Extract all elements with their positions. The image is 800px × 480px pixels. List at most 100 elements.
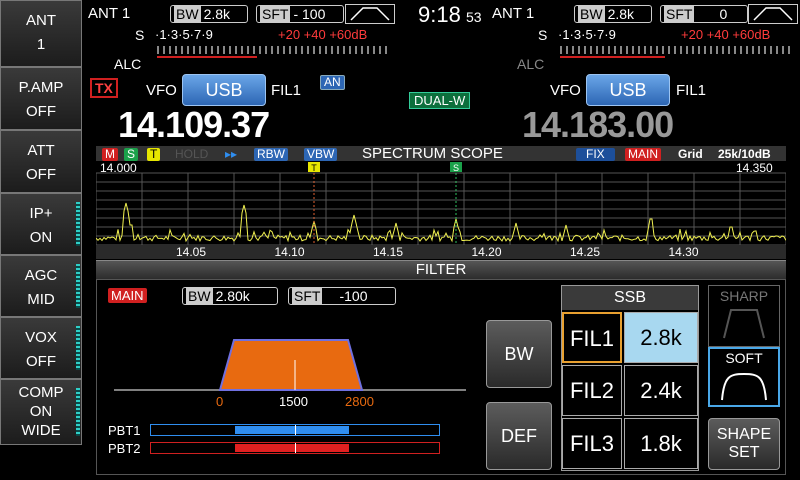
main-alc-label: ALC [114,56,142,72]
scope-tick-label: 14.15 [373,245,404,259]
sidebar-item-title: AGC [24,267,58,284]
sidebar-item-value: ON [29,403,53,420]
pbt1-fill [235,426,349,434]
sidebar-item-agc[interactable]: AGC MID [0,255,82,317]
scope-span-label: 25k/10dB [718,147,771,161]
sub-mode-button[interactable]: USB [586,74,670,106]
sidebar-item-ip[interactable]: IP+ ON [0,193,82,255]
sidebar-item-title: VOX [25,329,57,346]
scope-sub-badge: S [124,148,139,161]
scope-fix-badge[interactable]: FIX [576,148,615,161]
main-vfo-label: VFO [146,82,177,99]
fil-select-1[interactable]: FIL1 [562,312,622,363]
def-button[interactable]: DEF [486,402,552,470]
sharp-button[interactable]: SHARP [708,285,780,347]
main-sft-display[interactable]: SFT - 100 [256,5,344,23]
bw-tag: BW [578,6,605,22]
scope-vbw-badge[interactable]: VBW [304,148,338,161]
sub-antenna-label: ANT 1 [492,5,535,22]
filter-sft-value: -100 [339,288,368,304]
main-s-meter-bar [157,46,387,54]
pbt1-center [295,425,296,435]
sub-frequency[interactable]: 14.183.00 [522,104,674,146]
axis-0: 0 [216,394,224,409]
sub-vfo-label: VFO [550,82,581,99]
main-sft-value: - 100 [293,6,326,22]
bw-button[interactable]: BW [486,320,552,388]
set-label: SET [728,444,760,461]
pbt1-label: PBT1 [108,423,141,438]
filter-main-badge: MAIN [108,288,147,303]
soft-shape-icon [721,372,767,401]
main-fil-label: FIL1 [271,82,302,99]
main-frequency[interactable]: 14.109.37 [118,104,270,146]
sidebar-item-ant[interactable]: ANT 1 [0,0,82,67]
sidebar-item-indicator [76,326,80,370]
sft-tag: SFT [664,6,695,22]
fil-value-1[interactable]: 2.8k [624,312,698,363]
tx-marker-label: T [311,163,317,173]
fil-value-3[interactable]: 1.8k [624,418,698,469]
sidebar-item-value: MID [27,291,55,308]
sidebar-item-title: ANT [26,12,56,29]
sub-alc-label: ALC [517,56,545,72]
clock-time: 9:18 [418,2,461,27]
main-s-scale: ·1·3·5·7·9 [155,27,213,42]
scope-rbw-badge[interactable]: RBW [254,148,288,161]
fil-value-2[interactable]: 2.4k [624,365,698,416]
sidebar-item-title: P.AMP [18,79,64,96]
sidebar-item-att[interactable]: ATT OFF [0,130,82,193]
main-s-scale-plus: +20 +40 +60dB [278,27,368,42]
sub-marker-label: S [453,163,459,173]
filter-sft-display: SFT -100 [288,287,396,305]
sidebar-item-title: COMP [18,384,64,401]
an-badge: AN [320,75,345,90]
main-antenna-label: ANT 1 [88,5,131,22]
filter-title: FILTER [96,260,786,279]
fil-select-2[interactable]: FIL2 [562,365,622,416]
scope-tick-label: 14.20 [471,245,502,259]
pbt2-label: PBT2 [108,441,141,456]
sidebar-item-vox[interactable]: VOX OFF [0,317,82,379]
pbt2-slider[interactable] [150,442,440,454]
pbt2-center [295,443,296,453]
scope-end-freq: 14.350 [736,161,773,175]
clock-seconds: 53 [466,9,482,25]
scope-tick-label: 14.10 [274,245,305,259]
soft-button[interactable]: SOFT [708,347,780,407]
main-mode-button[interactable]: USB [182,74,266,106]
scope-main-badge: M [102,148,118,161]
sub-alc-line [560,56,665,58]
shape-set-button[interactable]: SHAPE SET [708,418,780,470]
sidebar-item-value: ON [29,229,53,246]
ssb-header: SSB [562,286,698,310]
sub-s-meter-bar [560,46,790,54]
sidebar-item-title: IP+ [29,205,53,222]
scope-grid-label: Grid [678,147,703,161]
sft-tag: SFT [292,288,323,304]
sharp-label: SHARP [719,288,769,304]
sidebar-item-pamp[interactable]: P.AMP OFF [0,67,82,130]
main-bw-display[interactable]: BW 2.8k [170,5,248,23]
scope-speed-badge: ▸▸ [225,147,238,161]
axis-2800: 2800 [345,394,374,409]
filter-shape-icon [345,4,395,24]
fil-select-3[interactable]: FIL3 [562,418,622,469]
sidebar-item-comp[interactable]: COMP ON WIDE [0,379,82,445]
scope-t-badge: T [147,148,161,161]
scope-hold-badge[interactable]: HOLD [172,148,211,161]
scope-title: SPECTRUM SCOPE [362,145,503,162]
scope-start-freq: 14.000 [100,161,137,175]
soft-label: SOFT [725,350,763,366]
sidebar-item-indicator [76,202,80,246]
dual-watch-badge: DUAL-W [409,92,471,109]
bw-tag: BW [186,288,213,304]
main-bw-value: 2.8k [203,6,231,22]
sub-bw-display[interactable]: BW 2.8k [574,5,652,23]
sidebar-item-indicator [76,388,80,436]
scope-tick-label: 14.25 [570,245,601,259]
sub-s-meter-label: S [538,27,548,43]
sub-sft-display[interactable]: SFT 0 [660,5,748,23]
pbt2-fill [235,444,349,452]
pbt1-slider[interactable] [150,424,440,436]
